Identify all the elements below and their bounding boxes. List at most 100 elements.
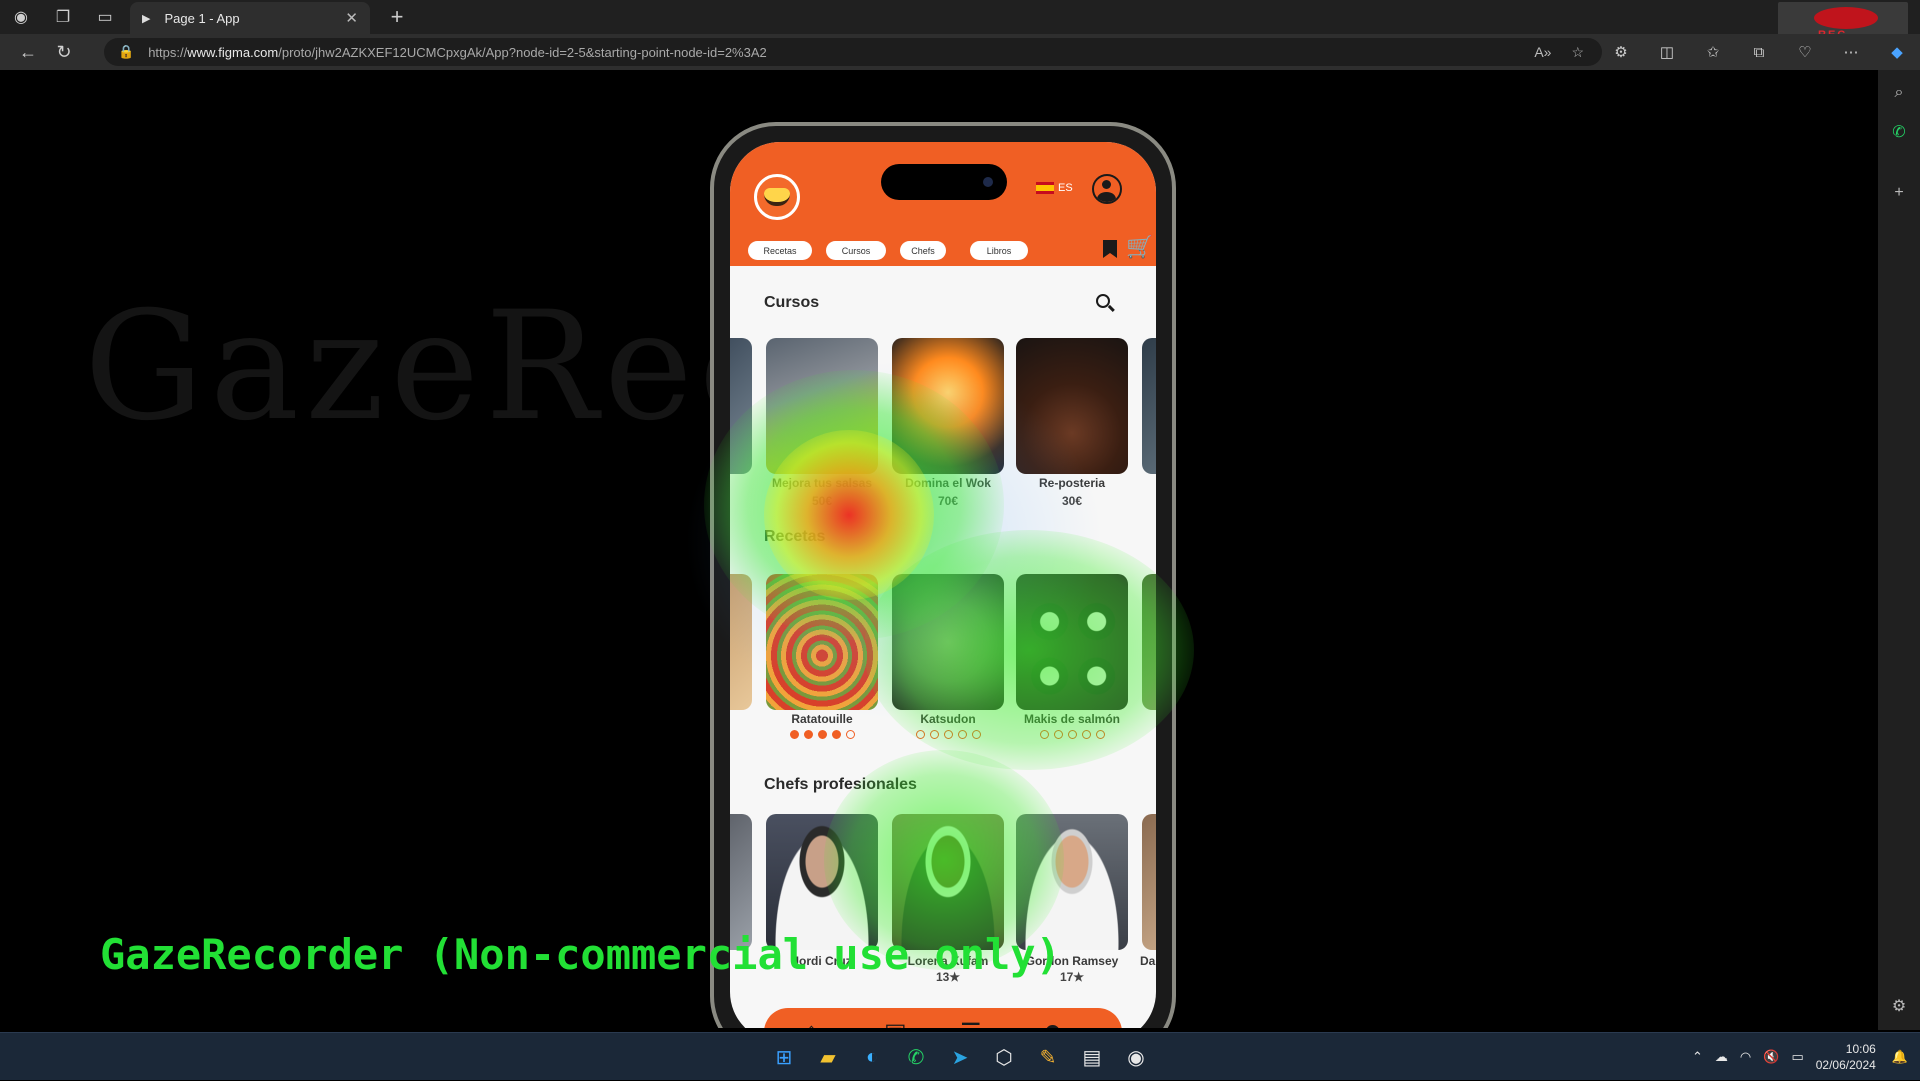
workspaces-icon[interactable]: ❐	[42, 0, 84, 34]
course-name: Domina el Wok	[905, 476, 991, 490]
add-sidebar-icon[interactable]: +	[1878, 184, 1920, 202]
home-icon[interactable]: ⌂	[804, 1018, 819, 1028]
clock-date: 02/06/2024	[1815, 1058, 1876, 1072]
play-icon: ▶	[142, 12, 151, 25]
whatsapp-icon[interactable]: ✆	[900, 1041, 932, 1073]
notifications-icon[interactable]: 🔔	[1892, 1049, 1908, 1065]
paint-app-icon[interactable]: ✎	[1032, 1041, 1064, 1073]
course-card-salsas[interactable]	[766, 338, 878, 474]
language-label: ES	[1058, 182, 1073, 194]
onedrive-icon[interactable]: ☁	[1715, 1049, 1728, 1065]
tab-actions-icon[interactable]: ▭	[84, 0, 126, 34]
app-logo[interactable]	[754, 174, 800, 220]
camera-icon	[983, 177, 993, 187]
search-icon[interactable]	[1096, 294, 1110, 308]
refresh-button[interactable]: ↻	[46, 34, 82, 70]
search-sidebar-icon[interactable]: ⌕	[1878, 84, 1920, 102]
cart-icon[interactable]: 🛒	[1126, 236, 1153, 258]
rating-dot	[972, 730, 981, 739]
battery-icon[interactable]: ▭	[1791, 1049, 1803, 1065]
rating-dot	[1040, 730, 1049, 739]
course-card-partial-right[interactable]	[1142, 338, 1156, 474]
chef-logo-icon	[764, 188, 790, 206]
rating-dot	[1082, 730, 1091, 739]
edge-icon[interactable]: ◐	[856, 1041, 888, 1073]
list-icon[interactable]: ☰	[960, 1018, 982, 1028]
tray-overflow-icon[interactable]: ⌃	[1692, 1049, 1703, 1065]
nav-pill-recetas[interactable]: Recetas	[748, 241, 812, 260]
profile-icon[interactable]: ◉	[0, 0, 42, 34]
rating-dot	[1068, 730, 1077, 739]
recipe-name: Ratatouille	[791, 712, 853, 726]
favorites-icon[interactable]: ✩	[1690, 43, 1736, 61]
new-tab-button[interactable]: +	[380, 0, 414, 34]
nav-pill-cursos[interactable]: Cursos	[826, 241, 886, 260]
rating-dot	[930, 730, 939, 739]
rating-dot	[1054, 730, 1063, 739]
start-icon[interactable]: ⊞	[768, 1041, 800, 1073]
clock[interactable]: 10:06 02/06/2024	[1816, 1041, 1876, 1073]
read-aloud-icon[interactable]: A»	[1534, 44, 1551, 60]
bookmark-icon[interactable]	[1103, 240, 1117, 258]
telegram-icon[interactable]: ➤	[944, 1041, 976, 1073]
whatsapp-sidebar-icon[interactable]: ✆	[1878, 122, 1920, 142]
course-price: 30€	[1061, 494, 1083, 508]
course-card-reposteria[interactable]	[1016, 338, 1128, 474]
image-icon[interactable]: ▣	[884, 1018, 907, 1028]
wifi-icon[interactable]: ◠	[1740, 1049, 1751, 1065]
favorite-star-icon[interactable]: ☆	[1571, 44, 1584, 61]
rating-dot	[832, 730, 841, 739]
rating-dot	[846, 730, 855, 739]
sidebar-settings-icon[interactable]: ⚙	[1878, 996, 1920, 1016]
phone-frame: ES Recetas Cursos Chefs Libros 🛒 Cursos …	[710, 122, 1176, 1028]
browser-titlebar: ◉ ❐ ▭ ▶ Page 1 - App ✕ + – ❐ ✕ REC	[0, 0, 1920, 42]
cube-app-icon[interactable]: ⬡	[988, 1041, 1020, 1073]
more-menu-icon[interactable]: ⋯	[1828, 43, 1874, 61]
nav-pill-chefs[interactable]: Chefs	[900, 241, 946, 260]
recipe-rating	[916, 730, 981, 739]
url-field[interactable]: 🔒 https://www.figma.com/proto/jhw2AZKXEF…	[104, 38, 1602, 66]
section-title-chefs: Chefs profesionales	[764, 776, 917, 793]
app-header: ES Recetas Cursos Chefs Libros 🛒	[730, 142, 1156, 266]
collections-icon[interactable]: ⧉	[1736, 44, 1782, 61]
split-screen-icon[interactable]: ◫	[1644, 43, 1690, 61]
dynamic-island	[881, 164, 1007, 200]
page-content: GazeRec ES Recetas Cursos Chefs Libros 🛒…	[4, 70, 1876, 1028]
user-profile-icon[interactable]	[1092, 174, 1122, 204]
recipe-rating	[1040, 730, 1105, 739]
nav-pill-libros[interactable]: Libros	[970, 241, 1028, 260]
phone-screen: ES Recetas Cursos Chefs Libros 🛒 Cursos …	[730, 142, 1156, 1028]
language-selector[interactable]: ES	[1036, 182, 1073, 194]
browser-sidebar: ⌕ ✆ + ⚙	[1878, 70, 1920, 1030]
volume-muted-icon[interactable]: 🔇	[1763, 1049, 1779, 1065]
course-name: Re-posteria	[1038, 476, 1106, 490]
recipe-name: Makis de salmón	[1023, 712, 1121, 726]
course-card-partial-left[interactable]	[730, 338, 752, 474]
close-tab-icon[interactable]: ✕	[345, 9, 358, 27]
course-card-wok[interactable]	[892, 338, 1004, 474]
rating-dot	[1096, 730, 1105, 739]
browser-tab[interactable]: ▶ Page 1 - App ✕	[130, 2, 370, 34]
chef-card-partial-right[interactable]	[1142, 814, 1156, 950]
spain-flag-icon	[1036, 182, 1054, 194]
gazerecorder-label: GazeRecorder (Non-commercial use only)	[100, 930, 1061, 979]
chef-name: Da	[1140, 954, 1156, 968]
lock-icon[interactable]: 🔒	[118, 44, 134, 60]
extensions-icon[interactable]: ⚙	[1598, 43, 1644, 61]
gazerecorder-icon[interactable]: ◉	[1120, 1041, 1152, 1073]
section-title-recetas: Recetas	[764, 528, 826, 545]
recipe-card-makis[interactable]	[1016, 574, 1128, 710]
course-name: Mejora tus salsas	[771, 476, 873, 490]
recipe-card-partial-left[interactable]	[730, 574, 752, 710]
back-button[interactable]: ←	[10, 34, 46, 70]
recipe-card-ratatouille[interactable]	[766, 574, 878, 710]
address-bar: ← ↻ 🔒 https://www.figma.com/proto/jhw2AZ…	[0, 34, 1920, 70]
chef-icon[interactable]: ☻	[1040, 1018, 1065, 1028]
file-explorer-icon[interactable]: ▰	[812, 1041, 844, 1073]
recipe-card-katsudon[interactable]	[892, 574, 1004, 710]
windows-taskbar: ⊞ ▰ ◐ ✆ ➤ ⬡ ✎ ▤ ◉ ⌃ ☁ ◠ 🔇 ▭ 10:06 02/06/…	[0, 1032, 1920, 1080]
notepad-icon[interactable]: ▤	[1076, 1041, 1108, 1073]
browser-essentials-icon[interactable]: ♡	[1782, 43, 1828, 61]
recipe-card-partial-right[interactable]	[1142, 574, 1156, 710]
copilot-icon[interactable]: ◆	[1874, 43, 1920, 61]
